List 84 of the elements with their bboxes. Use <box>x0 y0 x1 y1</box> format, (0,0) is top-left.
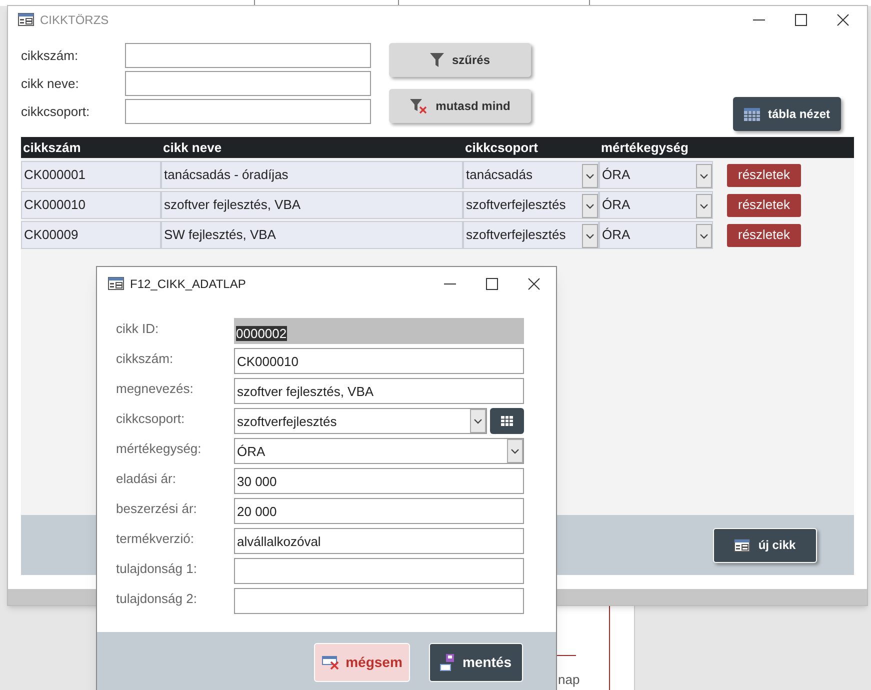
field-label: cikk neve: <box>21 74 80 93</box>
field-label: tulajdonság 2: <box>116 590 198 608</box>
field-label: cikk ID: <box>116 320 160 338</box>
table-cell: CK000010 <box>21 191 161 219</box>
input-field[interactable]: szoftver fejlesztés, VBA <box>234 378 524 404</box>
combo-cell[interactable]: ÓRA <box>599 161 713 189</box>
field-label: cikkcsoport: <box>116 410 186 428</box>
grid-icon <box>744 108 760 120</box>
table-cell: szoftver fejlesztés, VBA <box>161 191 463 219</box>
close-icon[interactable] <box>528 278 540 290</box>
field-label: tulajdonság 1: <box>116 560 198 578</box>
window-title: CIKKTÖRZS <box>40 12 110 28</box>
input-field[interactable]: 20 000 <box>234 498 524 524</box>
dropdown-icon[interactable] <box>582 164 598 188</box>
input-field[interactable] <box>125 71 371 96</box>
field-label: eladási ár: <box>116 470 177 488</box>
combo-value: ÓRA <box>236 443 266 461</box>
input-field[interactable]: 30 000 <box>234 468 524 494</box>
details-button[interactable]: részletek <box>727 164 801 186</box>
maximize-icon[interactable] <box>486 278 498 290</box>
combo-cell[interactable]: szoftverfejlesztés <box>463 221 599 249</box>
field-label: cikkszám: <box>21 46 80 65</box>
dropdown-icon[interactable] <box>582 224 598 248</box>
dropdown-icon[interactable] <box>507 439 523 463</box>
column-header: cikk neve <box>162 138 223 157</box>
show-all-button[interactable]: mutasd mind <box>389 89 531 123</box>
field-label: megnevezés: <box>116 380 194 398</box>
form-icon <box>734 538 750 552</box>
dropdown-icon[interactable] <box>696 164 712 188</box>
input-field[interactable]: CK000010 <box>234 348 524 374</box>
combo-cell[interactable]: szoftverfejlesztés <box>463 191 599 219</box>
funnel-x-icon <box>410 98 428 114</box>
column-header: cikkszám <box>22 138 82 157</box>
column-header: mértékegység <box>600 138 690 157</box>
combo-value: szoftverfejlesztés <box>236 413 337 431</box>
save-icon <box>440 654 454 671</box>
text-label: nap <box>558 672 580 687</box>
combo-value: szoftverfejlesztés <box>465 196 566 214</box>
combo-box[interactable]: ÓRA <box>234 438 524 464</box>
field-label: mértékegység: <box>116 440 202 458</box>
combo-value: ÓRA <box>601 226 630 244</box>
field-value: 0000002 <box>236 326 287 341</box>
table-cell: tanácsadás - óradíjas <box>161 161 463 189</box>
table-cell: SW fejlesztés, VBA <box>161 221 463 249</box>
dialog-title: F12_CIKK_ADATLAP <box>130 276 247 292</box>
column-header: cikkcsoport <box>464 138 539 157</box>
input-field[interactable] <box>234 558 524 584</box>
funnel-icon <box>430 53 444 67</box>
dropdown-icon[interactable] <box>582 194 598 218</box>
field-label: cikkszám: <box>116 350 174 368</box>
form-icon <box>108 277 124 290</box>
input-field[interactable] <box>125 43 371 68</box>
grid-icon <box>501 416 513 426</box>
save-button[interactable]: mentés <box>429 643 523 682</box>
input-field[interactable]: alvállalkozóval <box>234 528 524 554</box>
new-item-button[interactable]: új cikk <box>713 528 817 562</box>
grid-button[interactable] <box>490 408 524 434</box>
field-label: beszerzési ár: <box>116 500 198 518</box>
dropdown-icon[interactable] <box>696 194 712 218</box>
table-cell: CK000001 <box>21 161 161 189</box>
form-icon <box>18 13 34 26</box>
combo-value: tanácsadás <box>465 166 532 184</box>
table-cell: CK00009 <box>21 221 161 249</box>
cancel-button[interactable]: mégsem <box>314 643 410 682</box>
combo-cell[interactable]: ÓRA <box>599 221 713 249</box>
combo-value: szoftverfejlesztés <box>465 226 566 244</box>
table-view-button[interactable]: tábla nézet <box>733 97 841 131</box>
details-button[interactable]: részletek <box>727 194 801 216</box>
dropdown-icon[interactable] <box>470 409 486 433</box>
cancel-icon <box>322 656 340 670</box>
dropdown-icon[interactable] <box>696 224 712 248</box>
field-label: termékverzió: <box>116 530 196 548</box>
combo-value: ÓRA <box>601 196 630 214</box>
input-field[interactable] <box>234 588 524 614</box>
combo-cell[interactable]: ÓRA <box>599 191 713 219</box>
combo-box[interactable]: szoftverfejlesztés <box>234 408 487 434</box>
combo-cell[interactable]: tanácsadás <box>463 161 599 189</box>
close-icon[interactable] <box>837 14 849 26</box>
details-button[interactable]: részletek <box>727 224 801 246</box>
maximize-icon[interactable] <box>795 14 807 26</box>
combo-value: ÓRA <box>601 166 630 184</box>
field-label: cikkcsoport: <box>21 102 91 121</box>
input-field[interactable] <box>125 99 371 124</box>
filter-button[interactable]: szűrés <box>389 43 531 77</box>
